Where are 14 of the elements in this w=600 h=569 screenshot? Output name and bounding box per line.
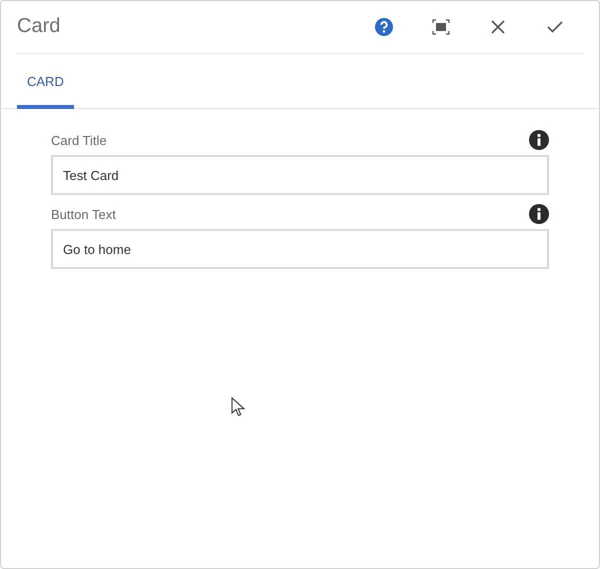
close-icon [491, 20, 505, 34]
info-icon[interactable] [529, 204, 549, 224]
tab[interactable]: CARD [17, 54, 74, 109]
dialog-title: Card [17, 14, 62, 38]
fullscreen-icon [432, 19, 450, 35]
field-label: Button Text [51, 206, 116, 222]
help-button[interactable] [372, 15, 396, 39]
text-field[interactable]: Go to home [51, 229, 549, 269]
text-field[interactable]: Test Card [51, 155, 549, 195]
help-icon [375, 18, 393, 36]
info-icon[interactable] [529, 130, 549, 150]
checkmark-icon [547, 21, 563, 33]
mouse-pointer-icon [231, 397, 245, 417]
field-label: Card Title [51, 132, 107, 148]
